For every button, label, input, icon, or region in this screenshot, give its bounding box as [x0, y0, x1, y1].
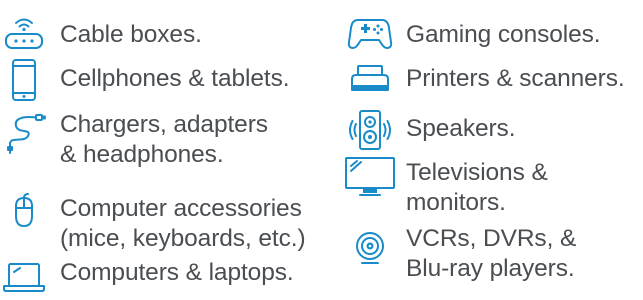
item-label: Computers & laptops.	[60, 259, 294, 286]
computer-mouse-icon	[2, 192, 46, 236]
item-label: Printers & scanners.	[406, 65, 625, 92]
item-label: monitors.	[406, 189, 506, 216]
gamepad-icon	[347, 10, 393, 54]
television-icon	[345, 157, 395, 202]
item-label: & headphones.	[60, 141, 224, 168]
item-label: Cellphones & tablets.	[60, 65, 290, 92]
item-label: VCRs, DVRs, &	[406, 225, 577, 252]
item-label: Cable boxes.	[60, 21, 202, 48]
item-label: Televisions &	[406, 159, 548, 186]
item-label: (mice, keyboards, etc.)	[60, 225, 306, 252]
charger-cable-icon	[2, 110, 46, 154]
item-label: Chargers, adapters	[60, 111, 268, 138]
speaker-icon	[348, 108, 392, 152]
item-label: Gaming consoles.	[406, 21, 601, 48]
printer-icon	[348, 58, 392, 102]
laptop-icon	[2, 256, 46, 300]
cellphone-icon	[2, 58, 46, 102]
item-label: Computer accessories	[60, 195, 302, 222]
cable-box-icon	[2, 10, 46, 54]
item-label: Blu-ray players.	[406, 255, 575, 282]
item-label: Speakers.	[406, 115, 516, 142]
disc-icon	[348, 226, 392, 270]
